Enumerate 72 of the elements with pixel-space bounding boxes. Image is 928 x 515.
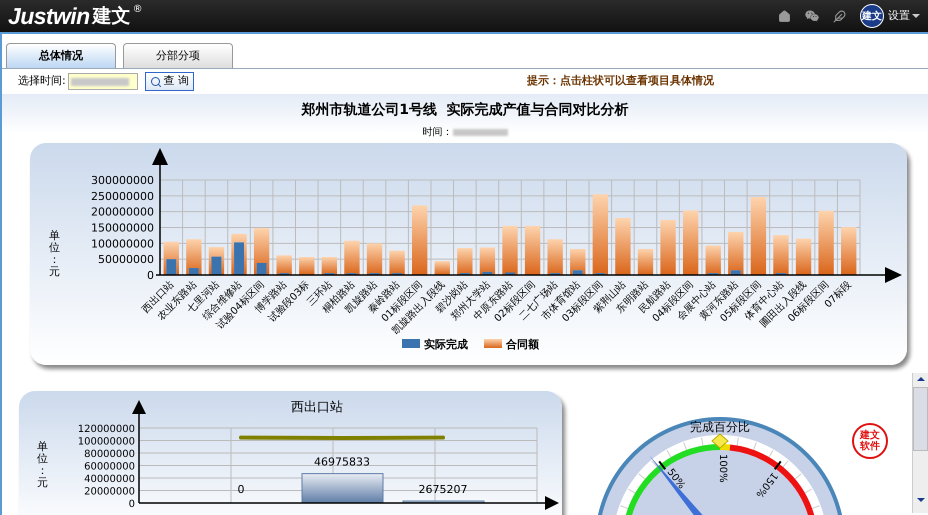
logo-text: Justwin	[8, 2, 90, 31]
gauge-title: 完成百分比	[690, 420, 750, 434]
logo-cn-text: 建文	[92, 4, 131, 29]
data-label: 46975833	[314, 456, 370, 469]
tick-label: 100000000	[91, 237, 154, 250]
data-label: 2675207	[418, 483, 468, 496]
bar[interactable]	[547, 239, 563, 275]
bar[interactable]	[796, 238, 812, 275]
bar[interactable]	[402, 500, 484, 504]
legend-label: 合同额	[506, 338, 539, 351]
scrollbar[interactable]	[912, 373, 928, 513]
bar[interactable]	[322, 256, 338, 275]
tick-label: 200000000	[91, 206, 154, 219]
bar[interactable]	[638, 249, 654, 275]
filter-label: 选择时间:	[18, 73, 66, 90]
tick-label: 80000000	[84, 449, 135, 460]
bar[interactable]	[188, 268, 199, 275]
legend-label: 实际完成	[424, 338, 468, 351]
bar[interactable]	[302, 473, 384, 504]
bar[interactable]	[276, 255, 292, 275]
bar[interactable]	[457, 248, 473, 275]
date-field[interactable]	[68, 73, 138, 90]
home-icon[interactable]	[778, 10, 791, 22]
avatar[interactable]: 建文	[860, 4, 884, 28]
tick-label: 120000000	[78, 424, 135, 435]
tick-label: 300000000	[91, 174, 154, 187]
tab[interactable]: 总体情况	[6, 43, 116, 68]
tick-label: 0	[147, 269, 154, 282]
bar[interactable]	[572, 270, 583, 275]
bar[interactable]	[773, 235, 789, 275]
tick-label: 40000000	[84, 474, 135, 485]
tick-label: 0	[128, 499, 135, 510]
bar[interactable]	[389, 250, 405, 275]
scroll-thumb[interactable]	[913, 387, 928, 451]
blurred-text	[70, 78, 129, 86]
chart-title: 西出口站	[291, 400, 343, 415]
bar[interactable]	[482, 272, 492, 275]
caret-icon	[912, 14, 920, 18]
bar[interactable]	[366, 243, 382, 275]
bar[interactable]	[570, 249, 586, 275]
hint-text: 提示：点击柱状可以查看项目具体情况	[527, 73, 714, 90]
bar[interactable]	[166, 259, 176, 275]
bar[interactable]	[480, 247, 496, 275]
search-icon	[150, 76, 162, 88]
tick-label: 50000000	[98, 253, 154, 266]
y-axis-label: 单位：元	[36, 441, 49, 490]
tab[interactable]: 分部分项	[123, 43, 233, 68]
y-axis-label: 单位：元	[48, 230, 61, 278]
bar[interactable]	[344, 240, 360, 275]
data-label: 0	[238, 483, 244, 496]
wechat-icon[interactable]	[805, 9, 819, 23]
registered-mark: ®	[132, 3, 143, 17]
bar[interactable]	[706, 246, 721, 275]
bar[interactable]	[299, 256, 314, 275]
tick-label: 60000000	[84, 462, 135, 472]
bar[interactable]	[434, 261, 450, 275]
gauge-marker	[711, 433, 729, 449]
tick-label: 100000000	[78, 436, 135, 448]
bar[interactable]	[841, 227, 856, 275]
time-label: 时间：	[422, 126, 452, 140]
tick-label: 250000000	[91, 190, 154, 203]
bar[interactable]	[728, 232, 744, 275]
query-button[interactable]: 查 询	[144, 72, 194, 91]
feather-icon[interactable]	[833, 10, 846, 22]
report-title: 郑州市轨道公司1号线 实际完成产值与合同对比分析	[300, 100, 630, 120]
seal-text: 建文软件	[860, 430, 880, 452]
settings-menu[interactable]: 设置	[888, 8, 920, 24]
blurred-text	[452, 129, 508, 136]
tick-label: 150000000	[91, 222, 154, 234]
tick-label: 20000000	[84, 486, 135, 498]
bar[interactable]	[730, 270, 741, 275]
gauge-scale-label: 100%	[717, 454, 728, 483]
